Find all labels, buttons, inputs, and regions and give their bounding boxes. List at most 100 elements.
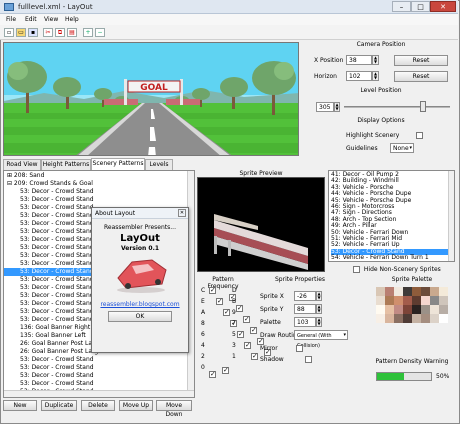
palette-swatch[interactable] [376, 287, 385, 296]
palette-swatch[interactable] [430, 287, 439, 296]
palette-swatch[interactable] [439, 296, 448, 305]
move-up-button[interactable]: Move Up [119, 400, 153, 411]
tree-horizontal-scrollbar[interactable] [4, 390, 194, 397]
save-icon[interactable]: ▪ [28, 28, 38, 37]
palette-swatch[interactable] [403, 314, 412, 323]
palette-swatch[interactable] [421, 305, 430, 314]
about-ok-button[interactable]: OK [108, 311, 172, 322]
menu-view[interactable]: View [44, 16, 58, 23]
reset-x-button[interactable]: Reset [394, 55, 448, 66]
draw-routine-select[interactable]: General (With Collision) ▾ [294, 330, 348, 349]
palette-swatch[interactable] [412, 314, 421, 323]
level-position-slider-thumb[interactable] [420, 101, 426, 112]
minimize-button[interactable]: – [392, 1, 411, 12]
tree-row[interactable]: 53: Decor - Crowd Stand [4, 380, 188, 388]
highlight-scenery-checkbox[interactable] [416, 132, 423, 139]
palette-swatch[interactable] [403, 287, 412, 296]
frequency-checkbox[interactable] [243, 315, 250, 323]
guidelines-select[interactable]: None ▾ [390, 143, 414, 153]
palette-swatch[interactable] [403, 305, 412, 314]
tree-row[interactable]: 53: Decor - Crowd Stand [4, 356, 188, 364]
palette-swatch[interactable] [385, 287, 394, 296]
horizon-input[interactable]: 102 [346, 71, 372, 81]
sprite-list[interactable]: 41: Decor - Oil Pump 2 42: Building - Win… [328, 170, 455, 262]
palette-swatch[interactable] [430, 296, 439, 305]
palette-swatch[interactable] [412, 305, 421, 314]
tree-row[interactable]: ⊟ 209: Crowd Stands & Goal [4, 180, 188, 188]
tree-row[interactable]: 53: Decor - Crowd Stand [4, 196, 188, 204]
tree-row[interactable]: 53: Decor - Crowd Stand [4, 372, 188, 380]
close-button[interactable]: ✕ [430, 1, 456, 12]
level-position-input[interactable]: 305 [316, 102, 334, 112]
palette-swatch[interactable] [439, 287, 448, 296]
palette-swatch[interactable] [412, 296, 421, 305]
tree-row[interactable]: ⊞ 208: Sand [4, 172, 188, 180]
frequency-checkbox[interactable] [209, 370, 216, 378]
frequency-checkbox[interactable] [237, 330, 244, 338]
reset-horizon-button[interactable]: Reset [394, 71, 448, 82]
palette-swatch[interactable] [421, 296, 430, 305]
horizon-spinner[interactable]: ▲ ▼ [372, 71, 379, 81]
palette-input[interactable]: 103 [294, 317, 316, 327]
frequency-checkbox[interactable] [223, 308, 230, 316]
paste-icon[interactable]: ▤ [67, 28, 77, 37]
shadow-checkbox[interactable] [304, 356, 312, 363]
palette-swatch[interactable] [394, 296, 403, 305]
tree-row[interactable]: 53: Decor - Crowd Stand [4, 364, 188, 372]
x-position-input[interactable]: 38 [346, 55, 372, 65]
zoom-in-icon[interactable]: + [83, 28, 93, 37]
tab-height-patterns[interactable]: Height Patterns [41, 159, 91, 170]
mirror-checkbox[interactable] [296, 345, 303, 352]
move-down-button[interactable]: Move Down [156, 400, 192, 418]
palette-swatch[interactable] [385, 296, 394, 305]
tab-scenery-patterns[interactable]: Scenery Patterns [91, 158, 145, 170]
sprite-y-spinner[interactable]: ▲ ▼ [316, 304, 322, 314]
road-preview[interactable]: GOAL [3, 42, 299, 156]
palette-swatch[interactable] [439, 314, 448, 323]
about-close-icon[interactable]: ✕ [178, 209, 186, 217]
palette-spinner[interactable]: ▲ ▼ [316, 317, 322, 327]
level-position-spinner[interactable]: ▲ ▼ [334, 102, 340, 112]
palette-swatch[interactable] [394, 305, 403, 314]
tab-road-view[interactable]: Road View [3, 159, 41, 170]
zoom-out-icon[interactable]: − [95, 28, 105, 37]
new-button[interactable]: New [3, 400, 37, 411]
maximize-button[interactable]: □ [411, 1, 430, 12]
frequency-checkbox[interactable] [236, 304, 243, 312]
palette-swatch[interactable] [394, 314, 403, 323]
level-position-slider-track[interactable] [344, 106, 450, 108]
tree-row[interactable]: 53: Decor - Crowd Stand [4, 188, 188, 196]
sprite-x-spinner[interactable]: ▲ ▼ [316, 291, 322, 301]
open-file-icon[interactable]: ▭ [16, 28, 26, 37]
palette-swatch[interactable] [376, 296, 385, 305]
duplicate-button[interactable]: Duplicate [41, 400, 77, 411]
palette-swatch[interactable] [421, 287, 430, 296]
palette-swatch[interactable] [412, 287, 421, 296]
sprite-x-input[interactable]: -26 [294, 291, 316, 301]
title-bar[interactable]: fulllevel.xml - LayOut – □ ✕ [0, 0, 458, 14]
palette-swatch[interactable] [376, 314, 385, 323]
sprite-list-scrollbar[interactable] [448, 171, 454, 261]
about-dialog-titlebar[interactable]: About Layout ✕ [92, 208, 188, 219]
palette-swatch[interactable] [376, 305, 385, 314]
palette-swatch[interactable] [403, 296, 412, 305]
copy-icon[interactable]: ⧉ [55, 28, 65, 37]
tab-levels[interactable]: Levels [145, 159, 173, 170]
about-link[interactable]: reassembler.blogspot.com [92, 301, 188, 308]
x-position-spinner[interactable]: ▲ ▼ [372, 55, 379, 65]
new-file-icon[interactable]: ▫ [4, 28, 14, 37]
delete-button[interactable]: Delete [81, 400, 115, 411]
cut-icon[interactable]: ✂ [43, 28, 53, 37]
frequency-checkbox[interactable] [222, 366, 229, 374]
hide-sprites-checkbox[interactable] [353, 266, 360, 273]
sprite-list-item[interactable]: 54: Vehicle - Ferrari Down Turn 1 [331, 254, 449, 261]
palette-swatch[interactable] [430, 314, 439, 323]
menu-edit[interactable]: Edit [25, 16, 37, 23]
palette-swatch[interactable] [439, 305, 448, 314]
frequency-checkbox[interactable] [216, 297, 223, 305]
menu-help[interactable]: Help [65, 16, 79, 23]
palette-swatch[interactable] [421, 314, 430, 323]
sprite-y-input[interactable]: 88 [294, 304, 316, 314]
palette-swatch[interactable] [385, 305, 394, 314]
palette-swatch[interactable] [385, 314, 394, 323]
